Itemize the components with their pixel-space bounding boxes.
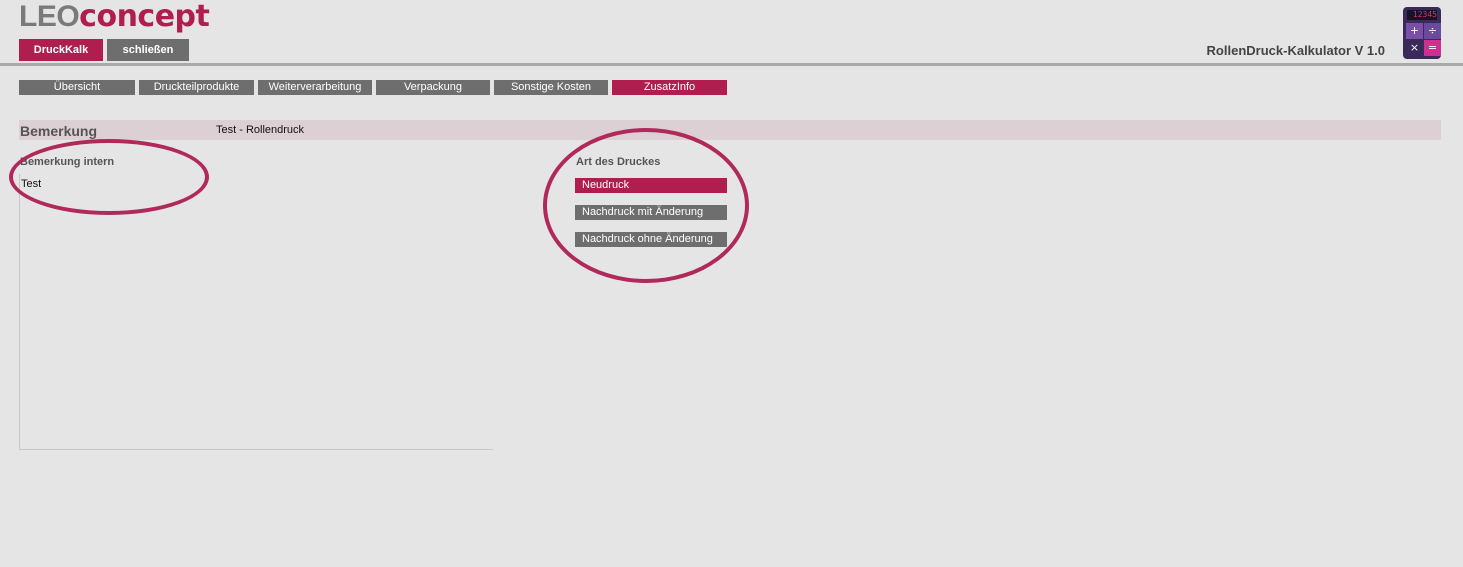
internal-remark-textarea[interactable]: Test [19,174,493,450]
calculator-display: 12345 [1407,10,1437,20]
remark-label: Bemerkung [20,123,98,139]
remark-field[interactable]: Test - Rollendruck [216,124,304,136]
close-button[interactable]: schließen [107,39,189,61]
highlight-ring-print-type [543,128,749,283]
equals-icon: = [1424,40,1441,56]
tab-uebersicht[interactable]: Übersicht [19,80,135,95]
logo-part-leo: LEO [19,0,80,33]
logo-part-concept: concept [79,0,210,34]
tab-zusatzinfo[interactable]: ZusatzInfo [612,80,727,95]
tab-druckteilprodukte[interactable]: Druckteilprodukte [139,80,254,95]
tab-sonstige-kosten[interactable]: Sonstige Kosten [494,80,608,95]
calculator-icon: 12345 + ÷ × = [1403,7,1441,59]
leoconcept-logo: LEOconcept [19,0,210,34]
header-divider [0,63,1463,66]
multiply-icon: × [1406,40,1423,56]
tab-weiterverarbeitung[interactable]: Weiterverarbeitung [258,80,372,95]
tab-verpackung[interactable]: Verpackung [376,80,490,95]
druckkalk-button[interactable]: DruckKalk [19,39,103,61]
highlight-ring-internal-remark [9,139,209,215]
plus-icon: + [1406,23,1423,39]
app-title: RollenDruck-Kalkulator V 1.0 [1206,43,1385,58]
divide-icon: ÷ [1424,23,1441,39]
